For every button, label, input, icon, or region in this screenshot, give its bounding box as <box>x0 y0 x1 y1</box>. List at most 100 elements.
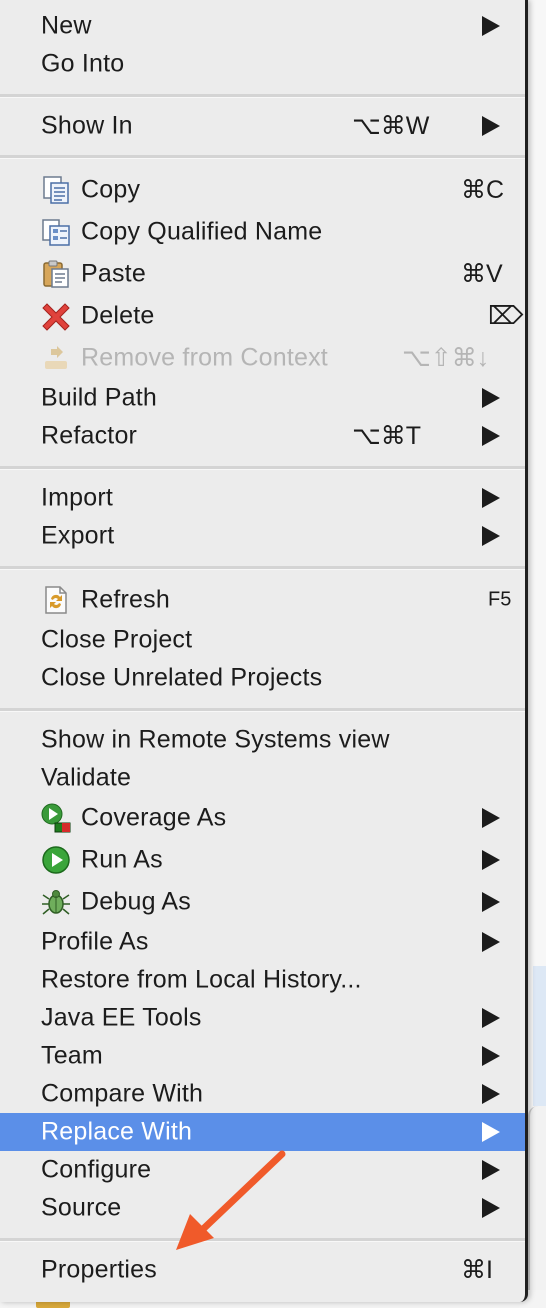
menu-item-label: Profile As <box>41 927 149 956</box>
menu-separator <box>0 566 525 570</box>
menu-item-label: Replace With <box>41 1117 193 1146</box>
menu-item-close-unrelated-projects[interactable]: Close Unrelated Projects <box>0 659 525 697</box>
menu-separator <box>0 1238 525 1242</box>
menu-item-label: Import <box>41 483 114 512</box>
menu-item-source[interactable]: Source <box>0 1189 525 1227</box>
menu-item-label: Build Path <box>41 383 157 412</box>
menu-item-label: Run As <box>81 845 163 874</box>
menu-item-shortcut: ⌥⌘T <box>352 422 422 450</box>
menu-item-build-path[interactable]: Build Path <box>0 379 525 417</box>
run-icon <box>41 845 71 875</box>
submenu-arrow-icon <box>482 488 500 508</box>
menu-item-label: Remove from Context <box>81 343 328 372</box>
remove-from-context-icon <box>41 343 71 373</box>
submenu-arrow-icon <box>482 850 500 870</box>
menu-separator <box>0 94 525 98</box>
menu-item-label: Paste <box>81 259 146 288</box>
menu-separator <box>0 466 525 470</box>
copy-icon <box>41 175 71 205</box>
menu-item-label: Debug As <box>81 887 192 916</box>
submenu-arrow-icon <box>482 1046 500 1066</box>
menu-item-new[interactable]: New <box>0 7 525 45</box>
menu-item-label: Delete <box>81 301 155 330</box>
context-menu: New Go Into Show In ⌥⌘W Copy ⌘C Copy Qua… <box>0 0 528 1302</box>
menu-item-import[interactable]: Import <box>0 479 525 517</box>
menu-item-copy-qualified-name[interactable]: Copy Qualified Name <box>0 213 525 251</box>
menu-item-paste[interactable]: Paste ⌘V <box>0 255 525 293</box>
background-selection-strip <box>533 966 546 1106</box>
menu-item-label: Source <box>41 1193 122 1222</box>
menu-item-label: New <box>41 11 92 40</box>
menu-item-label: Validate <box>41 763 132 792</box>
menu-item-refresh[interactable]: Refresh F5 <box>0 581 525 619</box>
debug-bug-icon <box>41 887 71 917</box>
menu-item-shortcut: F5 <box>488 588 512 611</box>
submenu-arrow-icon <box>482 16 500 36</box>
menu-item-java-ee-tools[interactable]: Java EE Tools <box>0 999 525 1037</box>
menu-item-label: Compare With <box>41 1079 204 1108</box>
menu-item-validate[interactable]: Validate <box>0 759 525 797</box>
submenu-arrow-icon <box>482 1160 500 1180</box>
menu-item-label: Restore from Local History... <box>41 965 362 994</box>
menu-item-shortcut: ⌘V <box>461 260 503 288</box>
menu-item-shortcut: ⌘I <box>461 1256 493 1284</box>
submenu-arrow-icon <box>482 1084 500 1104</box>
menu-item-configure[interactable]: Configure <box>0 1151 525 1189</box>
menu-item-shortcut: ⌘C <box>461 176 505 204</box>
menu-separator <box>0 155 525 159</box>
menu-item-show-in-remote-systems-view[interactable]: Show in Remote Systems view <box>0 721 525 759</box>
submenu-arrow-icon <box>482 808 500 828</box>
submenu-edge <box>528 1106 546 1306</box>
menu-item-label: Copy <box>81 175 141 204</box>
menu-item-restore-from-local-history[interactable]: Restore from Local History... <box>0 961 525 999</box>
menu-item-refactor[interactable]: Refactor ⌥⌘T <box>0 417 525 455</box>
menu-item-export[interactable]: Export <box>0 517 525 555</box>
menu-item-label: Team <box>41 1041 103 1070</box>
menu-item-label: Coverage As <box>81 803 227 832</box>
submenu-arrow-icon <box>482 1122 500 1142</box>
submenu-arrow-icon <box>482 526 500 546</box>
menu-item-go-into[interactable]: Go Into <box>0 45 525 83</box>
submenu-arrow-icon <box>482 892 500 912</box>
menu-item-label: Java EE Tools <box>41 1003 202 1032</box>
menu-item-run-as[interactable]: Run As <box>0 841 525 879</box>
menu-item-compare-with[interactable]: Compare With <box>0 1075 525 1113</box>
paste-icon <box>41 259 71 289</box>
menu-item-label: Export <box>41 521 115 550</box>
coverage-icon <box>41 803 71 833</box>
menu-item-replace-with[interactable]: Replace With <box>0 1113 525 1151</box>
menu-item-label: Close Project <box>41 625 193 654</box>
menu-item-properties[interactable]: Properties ⌘I <box>0 1251 525 1289</box>
menu-item-show-in[interactable]: Show In ⌥⌘W <box>0 107 525 145</box>
menu-item-label: Show in Remote Systems view <box>41 725 390 754</box>
submenu-arrow-icon <box>482 932 500 952</box>
menu-item-shortcut: ⌥⇧⌘↓ <box>402 344 490 372</box>
menu-item-shortcut: ⌥⌘W <box>352 112 430 140</box>
menu-item-copy[interactable]: Copy ⌘C <box>0 171 525 209</box>
refresh-icon <box>41 585 71 615</box>
submenu-arrow-icon <box>482 1008 500 1028</box>
menu-item-remove-from-context: Remove from Context ⌥⇧⌘↓ <box>0 339 525 377</box>
menu-item-profile-as[interactable]: Profile As <box>0 923 525 961</box>
submenu-arrow-icon <box>482 116 500 136</box>
menu-item-coverage-as[interactable]: Coverage As <box>0 799 525 837</box>
menu-item-label: Properties <box>41 1255 157 1284</box>
menu-item-label: Close Unrelated Projects <box>41 663 323 692</box>
submenu-arrow-icon <box>482 388 500 408</box>
submenu-arrow-icon <box>482 1198 500 1218</box>
menu-item-label: Configure <box>41 1155 152 1184</box>
menu-item-shortcut: ⌦ <box>488 302 524 330</box>
menu-item-close-project[interactable]: Close Project <box>0 621 525 659</box>
menu-item-delete[interactable]: Delete ⌦ <box>0 297 525 335</box>
menu-separator <box>0 708 525 712</box>
menu-item-label: Go Into <box>41 49 125 78</box>
copy-qualified-name-icon <box>41 217 71 247</box>
menu-item-label: Copy Qualified Name <box>81 217 323 246</box>
menu-item-label: Show In <box>41 111 133 140</box>
submenu-arrow-icon <box>482 426 500 446</box>
menu-item-debug-as[interactable]: Debug As <box>0 883 525 921</box>
menu-item-team[interactable]: Team <box>0 1037 525 1075</box>
delete-icon <box>41 301 71 331</box>
menu-item-label: Refresh <box>81 585 170 614</box>
menu-item-label: Refactor <box>41 421 138 450</box>
